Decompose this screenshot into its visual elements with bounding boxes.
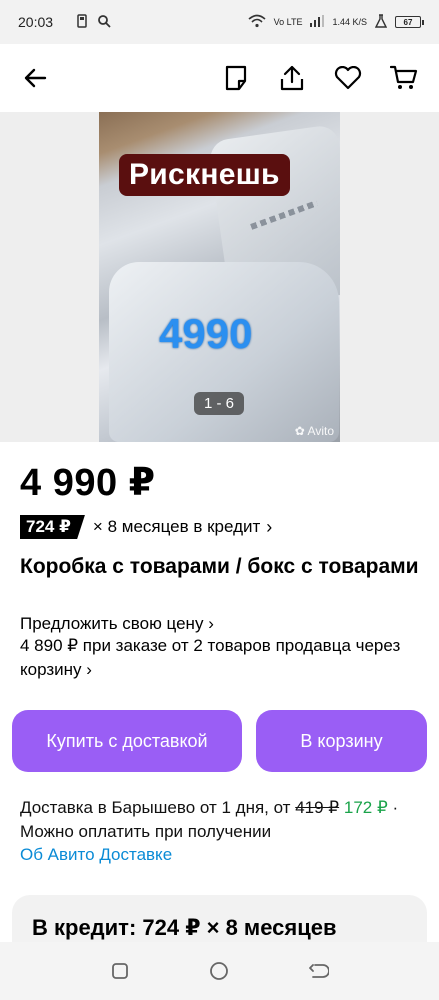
avito-watermark: ✿ Avito [294, 424, 334, 438]
note-button[interactable] [219, 61, 253, 95]
credit-card-title: В кредит: 724 ₽ × 8 месяцев [32, 915, 337, 940]
network-label: Vo LTE [273, 17, 303, 27]
watermark-text: Avito [307, 424, 334, 438]
credit-text: × 8 месяцев в кредит [92, 517, 261, 536]
back-arrow-icon [309, 964, 330, 978]
recent-apps-button[interactable] [103, 954, 137, 988]
delivery-new-price: 172 ₽ [343, 798, 388, 817]
delivery-text: Доставка в Барышево от 1 дня, от [20, 798, 291, 817]
product-price: 4 990 ₽ [20, 462, 156, 504]
product-title: Коробка с товарами / бокс с товарами [20, 555, 419, 578]
chevron-right-icon: › [86, 660, 92, 679]
photo-overlay-label: Рискнешь [119, 154, 290, 196]
photo-overlay-price: 4990 [159, 310, 253, 357]
photo-counter: 1 - 6 [194, 392, 245, 415]
heart-icon [334, 66, 362, 90]
credit-offer-link[interactable]: 724 ₽ × 8 месяцев в кредит › [20, 515, 272, 539]
search-icon [97, 14, 111, 31]
chevron-right-icon: › [266, 516, 273, 537]
back-nav-button[interactable] [302, 954, 336, 988]
payment-on-receipt: Можно оплатить при получении [20, 822, 272, 841]
product-photo[interactable]: Рискнешь 4990 1 - 6 ✿ Avito [99, 112, 340, 442]
status-time: 20:03 [18, 14, 54, 30]
offer-price-link[interactable]: Предложить свою цену › [20, 612, 214, 635]
arrow-left-icon [24, 68, 47, 88]
cart-button[interactable] [387, 61, 421, 95]
status-bar: 20:03 Vo LTE 1.44 K/S 67 [0, 0, 439, 44]
home-button[interactable] [202, 954, 236, 988]
cart-icon [390, 65, 418, 89]
share-icon [280, 65, 304, 91]
flask-icon [374, 14, 388, 30]
add-to-cart-button[interactable]: В корзину [256, 710, 427, 772]
chevron-right-icon: › [208, 614, 214, 633]
sim-icon [77, 13, 87, 31]
signal-icon [310, 15, 325, 29]
back-button[interactable] [18, 61, 52, 95]
offer-price-text: Предложить свою цену [20, 614, 204, 633]
delivery-info: Доставка в Барышево от 1 дня, от 419 ₽ 1… [20, 796, 430, 844]
bundle-condition-text: 4 890 ₽ при заказе от 2 товаров продавца… [20, 636, 401, 679]
share-button[interactable] [275, 61, 309, 95]
note-icon [225, 65, 247, 91]
dot-separator: · [392, 798, 399, 817]
circle-icon [210, 962, 229, 980]
square-icon [111, 963, 128, 979]
avito-delivery-link[interactable]: Об Авито Доставке [20, 845, 172, 865]
delivery-old-price: 419 ₽ [295, 798, 340, 817]
photo-gallery[interactable]: Рискнешь 4990 1 - 6 ✿ Avito [0, 112, 439, 442]
system-nav-bar [0, 942, 439, 1000]
wifi-icon [248, 14, 266, 30]
speed-label: 1.44 K/S [332, 17, 367, 27]
top-toolbar [0, 44, 439, 112]
bundle-condition-link[interactable]: 4 890 ₽ при заказе от 2 товаров продавца… [20, 634, 420, 682]
buy-with-delivery-button[interactable]: Купить с доставкой [12, 710, 242, 772]
battery-icon: 67 [395, 16, 424, 28]
favorite-button[interactable] [331, 61, 365, 95]
credit-badge: 724 ₽ [20, 515, 85, 539]
